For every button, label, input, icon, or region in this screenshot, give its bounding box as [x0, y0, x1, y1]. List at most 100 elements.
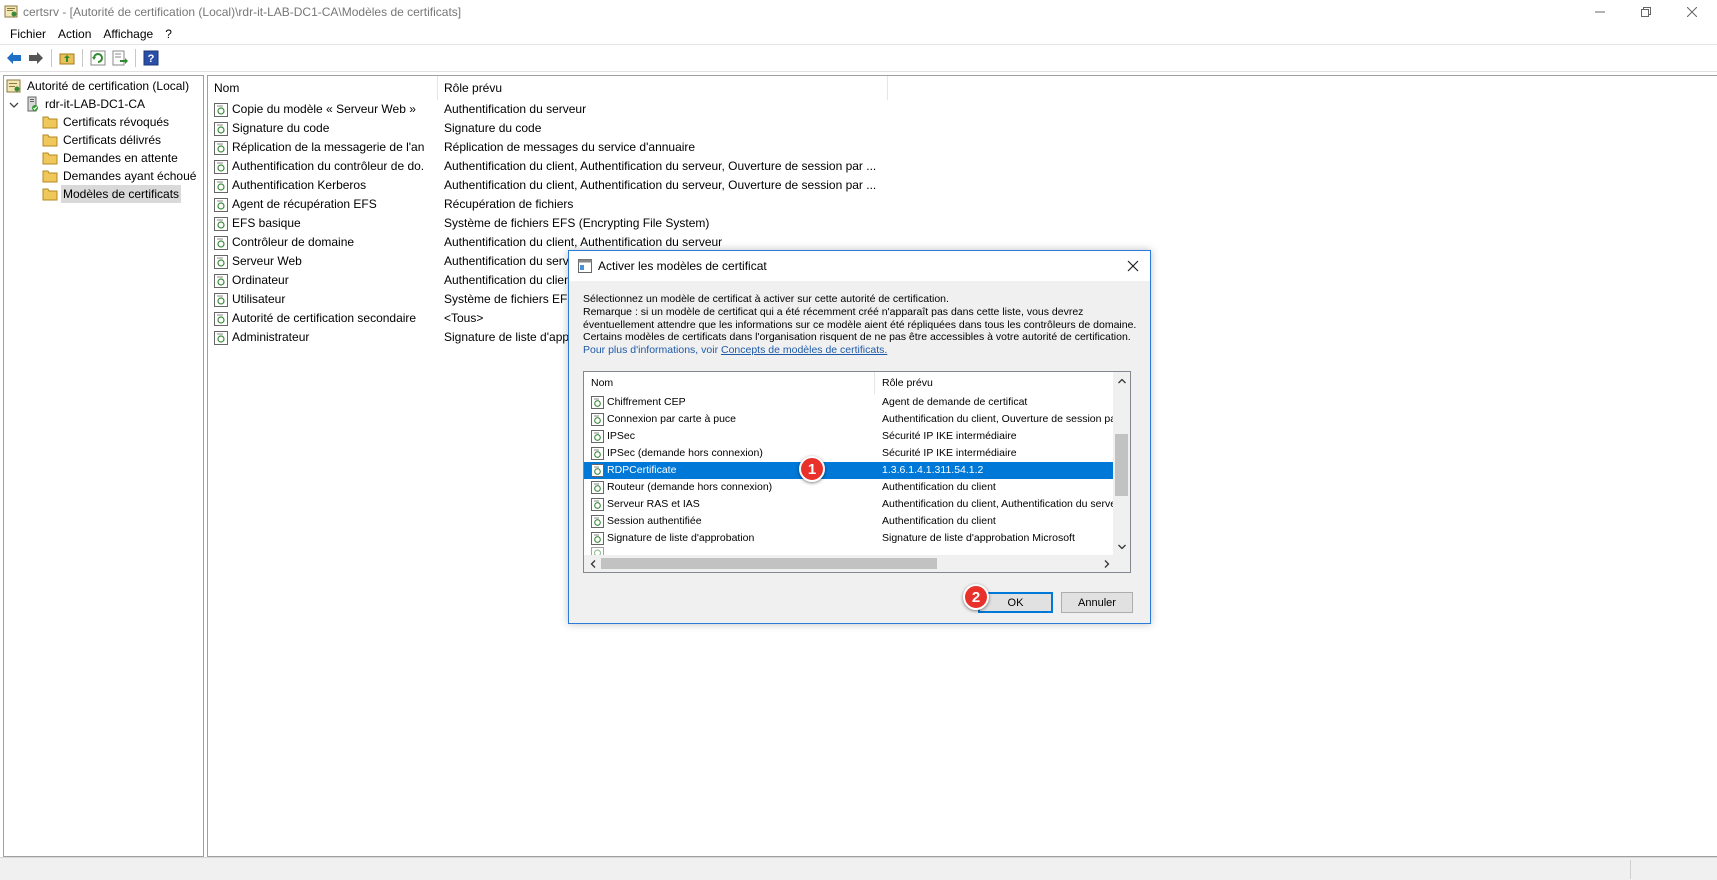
tree-folder-failed[interactable]: Demandes ayant échoué: [42, 167, 198, 185]
item-name: Connexion par carte à puce: [607, 413, 736, 425]
toolbar-divider: [0, 71, 1717, 72]
table-row[interactable]: Réplication de la messagerie de l'ann...…: [208, 138, 908, 157]
cancel-button[interactable]: Annuler: [1061, 592, 1133, 613]
row-name: Authentification du contrôleur de do...: [232, 159, 424, 173]
item-name: RDPCertificate: [607, 464, 677, 476]
horizontal-scroll-thumb[interactable]: [601, 558, 937, 569]
table-row[interactable]: EFS basique Système de fichiers EFS (Encr…: [208, 214, 908, 233]
menu-fichier[interactable]: Fichier: [4, 24, 52, 44]
tree-folder-label: Demandes en attente: [63, 151, 178, 165]
row-name-cell: Ordinateur: [214, 271, 424, 290]
back-button[interactable]: [4, 48, 24, 68]
table-row[interactable]: Authentification Kerberos Authentificatio…: [208, 176, 908, 195]
certificate-template-icon: [591, 413, 604, 426]
row-name-cell: Autorité de certification secondaire: [214, 309, 424, 328]
restore-button[interactable]: [1623, 0, 1669, 24]
menu-affichage[interactable]: Affichage: [97, 24, 159, 44]
vertical-scroll-thumb[interactable]: [1115, 434, 1128, 496]
status-bar: [0, 857, 1717, 880]
dialog-close-button[interactable]: [1124, 257, 1142, 275]
menu-help[interactable]: ?: [159, 24, 178, 44]
template-concepts-link[interactable]: Concepts de modèles de certificats.: [721, 344, 887, 356]
certificate-template-icon: [591, 447, 604, 460]
certificate-template-icon: [214, 292, 228, 307]
tree-folder-pending[interactable]: Demandes en attente: [42, 149, 180, 167]
menu-action[interactable]: Action: [52, 24, 97, 44]
folder-open-icon: [42, 188, 58, 201]
chevron-down-icon[interactable]: [9, 100, 19, 110]
list-item[interactable]: IPSec (demande hors connexion) Sécurité I…: [584, 445, 1114, 462]
dialog-title-bar: Activer les modèles de certificat: [569, 251, 1150, 281]
list-item[interactable]: IPSec Sécurité IP IKE intermédiaire: [584, 428, 1114, 445]
table-row[interactable]: Signature du code Signature du code: [208, 119, 908, 138]
export-icon: [112, 50, 128, 66]
vertical-scrollbar[interactable]: [1113, 372, 1130, 555]
arrow-left-icon: [7, 52, 21, 64]
certsrv-app-icon: [4, 5, 18, 18]
arrow-right-icon: [29, 52, 43, 64]
item-name: Chiffrement CEP: [607, 396, 686, 408]
row-name: Agent de récupération EFS: [232, 197, 377, 211]
column-header-name[interactable]: Nom: [208, 76, 438, 100]
more-info-line: Pour plus d'informations, voir Concepts …: [583, 344, 1143, 357]
tree-folder-revoked[interactable]: Certificats révoqués: [42, 113, 171, 131]
certificate-template-icon: [214, 273, 228, 288]
table-row[interactable]: Copie du modèle « Serveur Web » Authentif…: [208, 100, 908, 119]
forward-button[interactable]: [26, 48, 46, 68]
folder-icon: [42, 134, 58, 147]
row-name-cell: Utilisateur: [214, 290, 424, 309]
row-name: Ordinateur: [232, 273, 289, 287]
scroll-down-arrow[interactable]: [1113, 538, 1130, 555]
column-header-role[interactable]: Rôle prévu: [875, 372, 1114, 394]
up-folder-button[interactable]: [57, 48, 77, 68]
certificate-template-icon: [214, 254, 228, 269]
tree-folder-templates[interactable]: Modèles de certificats: [42, 185, 182, 203]
list-item[interactable]: Signature de liste d'approbation Signatur…: [584, 530, 1114, 547]
certificate-template-icon: [214, 235, 228, 250]
template-list[interactable]: Nom Rôle prévu Chiffrement CEP Agent de d…: [583, 371, 1131, 573]
refresh-button[interactable]: [88, 48, 108, 68]
row-name-cell: Réplication de la messagerie de l'ann...: [214, 138, 424, 157]
tree-folder-issued[interactable]: Certificats délivrés: [42, 131, 163, 149]
close-button[interactable]: [1669, 0, 1715, 24]
horizontal-scrollbar[interactable]: [584, 555, 1115, 572]
tree-folder-label: Modèles de certificats: [61, 185, 182, 203]
scroll-up-arrow[interactable]: [1113, 372, 1130, 389]
item-name-cell: Signature de liste d'approbation: [591, 530, 861, 547]
certificate-template-icon: [591, 515, 604, 528]
tree-folder-label: Certificats délivrés: [63, 133, 162, 147]
dialog-title: Activer les modèles de certificat: [598, 259, 767, 273]
item-name: Session authentifiée: [607, 515, 702, 527]
item-role: Sécurité IP IKE intermédiaire: [882, 430, 1017, 442]
certificate-template-icon: [214, 197, 228, 212]
tree-root[interactable]: Autorité de certification (Local): [6, 77, 191, 95]
column-header-name[interactable]: Nom: [584, 372, 875, 394]
item-name-cell: Routeur (demande hors connexion): [591, 479, 861, 496]
tree-ca-node[interactable]: rdr-it-LAB-DC1-CA: [24, 95, 147, 113]
ok-button[interactable]: OK: [978, 592, 1053, 613]
minimize-button[interactable]: [1577, 0, 1623, 24]
item-role: Authentification du client, Ouverture de…: [882, 413, 1114, 425]
help-button[interactable]: ?: [141, 48, 161, 68]
row-name: Administrateur: [232, 330, 310, 344]
row-name: Authentification Kerberos: [232, 178, 367, 192]
item-name-cell: Session authentifiée: [591, 513, 861, 530]
scroll-left-arrow[interactable]: [584, 555, 601, 572]
certificate-template-icon: [591, 481, 604, 494]
list-item[interactable]: RDPCertificate 1.3.6.1.4.1.311.54.1.2: [584, 462, 1114, 479]
certificate-template-icon: [214, 121, 228, 136]
item-name-cell: Serveur RAS et IAS: [591, 496, 861, 513]
list-item[interactable]: Connexion par carte à puce Authentificati…: [584, 411, 1114, 428]
table-row[interactable]: Authentification du contrôleur de do... A…: [208, 157, 908, 176]
row-name-cell: Authentification du contrôleur de do...: [214, 157, 424, 176]
list-item[interactable]: Serveur RAS et IAS Authentification du cl…: [584, 496, 1114, 513]
export-list-button[interactable]: [110, 48, 130, 68]
console-tree[interactable]: Autorité de certification (Local) rdr-it…: [3, 75, 204, 857]
list-item[interactable]: Chiffrement CEP Agent de demande de certi…: [584, 394, 1114, 411]
server-ca-icon: [27, 96, 38, 112]
column-header-role[interactable]: Rôle prévu: [438, 76, 888, 100]
list-item[interactable]: Session authentifiée Authentification du …: [584, 513, 1114, 530]
table-row[interactable]: Agent de récupération EFS Récupération de…: [208, 195, 908, 214]
instruction-line: Remarque : si un modèle de certificat qu…: [583, 305, 1084, 318]
list-item[interactable]: Routeur (demande hors connexion) Authenti…: [584, 479, 1114, 496]
